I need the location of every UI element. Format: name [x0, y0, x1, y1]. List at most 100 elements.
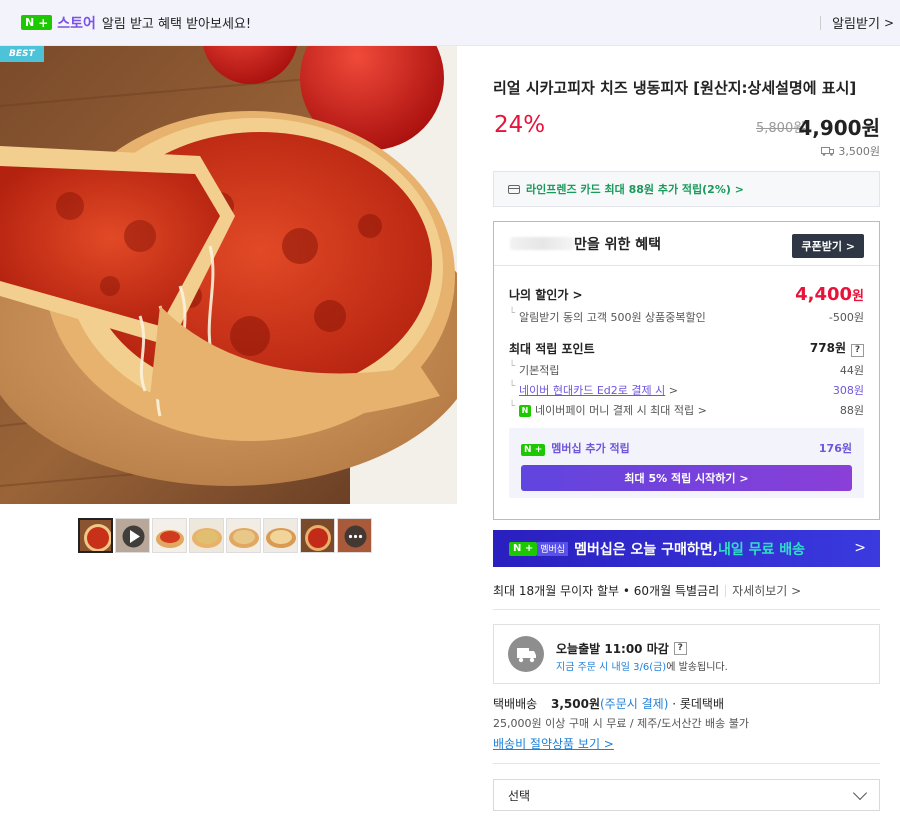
card-points-value: 308원	[832, 384, 864, 397]
pizza-thumb-icon	[190, 519, 223, 552]
shipping-method: 택배배송	[493, 697, 538, 711]
my-price-number: 4,400	[795, 284, 853, 305]
basic-points-label: 기본적립	[509, 361, 559, 378]
notify-label: 알림받기	[832, 17, 880, 32]
pizza-thumb-icon	[80, 520, 111, 551]
credit-card-icon	[508, 184, 520, 194]
points-label: 최대 적립 포인트	[509, 341, 595, 356]
my-price-sub-value: -500원	[828, 311, 864, 324]
shipping-fee-summary: 3,500원	[821, 143, 880, 159]
my-price-row[interactable]: 나의 할인가 > 4,400원	[509, 284, 864, 305]
divider	[725, 584, 727, 597]
membership-points-value: 176원	[818, 442, 852, 455]
thumbnail-video[interactable]	[115, 518, 150, 553]
membership-points-label-wrap: N + 멤버십 추가 적립	[521, 440, 630, 456]
benefit-title: 만을 위한 혜택	[574, 236, 662, 253]
thumbnail-more[interactable]	[337, 518, 372, 553]
dispatch-title: 오늘출발 11:00 마감	[556, 642, 669, 656]
membership-banner-text: 멤버십은 오늘 구매하면,	[574, 541, 718, 558]
membership-tag: 멤버십	[537, 541, 569, 556]
points-value: 778원	[809, 341, 846, 355]
membership-banner-highlight: 내일 무료 배송	[717, 541, 805, 558]
chevron-down-icon	[852, 785, 868, 801]
npay-points-label: 네이버페이 머니 결제 시 최대 적립	[535, 404, 695, 417]
delivery-truck-icon	[517, 648, 536, 663]
dispatch-date-highlight: 지금 주문 시 내일 3/6(금)	[556, 662, 667, 673]
naver-plus-mark: +	[524, 543, 534, 554]
membership-points-row: N + 멤버십 추가 적립 176원	[521, 440, 852, 456]
my-price-sub-row: 알림받기 동의 고객 500원 상품중복할인 -500원	[509, 308, 864, 325]
thumbnail-7[interactable]	[300, 518, 335, 553]
shipping-fee: 3,500원	[551, 697, 600, 711]
naver-plus-logo: N +	[521, 444, 546, 456]
shipping-condition: 25,000원 이상 구매 시 무료 / 제주/도서산간 배송 불가	[493, 717, 750, 730]
pizza-thumb-icon	[153, 519, 186, 552]
shipping-method-row: 택배배송 3,500원(주문시 결제) · 롯데택배	[493, 695, 724, 712]
pizza-thumb-icon	[301, 519, 334, 552]
naver-pay-icon: N	[519, 405, 531, 417]
shipping-saving-link[interactable]: 배송비 절약상품 보기 >	[493, 735, 614, 752]
card-points-link[interactable]: 네이버 현대카드 Ed2로 결제 시	[519, 384, 665, 397]
truck-icon	[508, 636, 544, 672]
shipping-fee-note: (주문시 결제)	[600, 697, 669, 711]
thumbnail-3[interactable]	[152, 518, 187, 553]
npay-points-label-wrap: N 네이버페이 머니 결제 시 최대 적립 >	[509, 401, 707, 418]
coupon-button[interactable]: 쿠폰받기 >	[792, 234, 864, 258]
basic-points-row: 기본적립 44원	[509, 361, 864, 378]
pizza-thumb-icon	[227, 519, 260, 552]
naver-plus-logo: N +	[509, 541, 538, 556]
my-price-sub-label: 알림받기 동의 고객 500원 상품중복할인	[509, 308, 706, 325]
installment-text: 최대 18개월 무이자 할부 • 60개월 특별금리	[493, 584, 720, 598]
naver-n-mark: N	[524, 445, 532, 455]
card-benefit-banner[interactable]: 라인프렌즈 카드 최대 88원 추가 적립(2%) >	[493, 171, 880, 207]
my-price-unit: 원	[852, 289, 864, 304]
card-points-label-wrap: 네이버 현대카드 Ed2로 결제 시 >	[509, 381, 678, 398]
main-product-image[interactable]: BEST	[0, 46, 457, 504]
thumbnail-strip	[78, 518, 372, 553]
chevron-right-icon: >	[854, 540, 866, 556]
sale-price: 4,900원	[798, 116, 880, 140]
thumbnail-5[interactable]	[226, 518, 261, 553]
help-icon[interactable]: ?	[673, 642, 687, 655]
product-title: 리얼 시카고피자 치즈 냉동피자 [원산지:상세설명에 표시]	[493, 79, 857, 97]
notify-button[interactable]: 알림받기 >	[820, 13, 894, 32]
dispatch-subtext-rest: 에 발송됩니다.	[666, 662, 728, 673]
option-select-label: 선택	[508, 788, 531, 803]
basic-points-value: 44원	[839, 364, 864, 377]
card-benefit-text: 라인프렌즈 카드 최대 88원 추가 적립(2%) >	[526, 183, 744, 196]
thumbnail-1[interactable]	[78, 518, 113, 553]
chevron-right-icon: >	[883, 15, 894, 30]
help-icon[interactable]: ?	[851, 344, 864, 357]
pizza-thumb-icon	[264, 519, 297, 552]
points-value-wrap: 778원?	[810, 339, 864, 357]
thumbnail-4[interactable]	[189, 518, 224, 553]
option-select[interactable]: 선택	[493, 779, 880, 811]
more-icon	[338, 519, 371, 552]
npay-points-value: 88원	[839, 404, 864, 417]
membership-banner[interactable]: N + 멤버십 멤버십은 오늘 구매하면, 내일 무료 배송 >	[493, 530, 880, 567]
npay-points-row[interactable]: N 네이버페이 머니 결제 시 최대 적립 > 88원	[509, 401, 864, 418]
truck-icon	[821, 147, 835, 156]
chevron-right-icon: >	[697, 404, 707, 417]
naver-plus-logo: N +	[21, 15, 53, 30]
divider	[493, 763, 880, 764]
my-price-value: 4,400원	[795, 284, 864, 305]
divider	[820, 15, 822, 30]
card-points-row[interactable]: 네이버 현대카드 Ed2로 결제 시 > 308원	[509, 381, 864, 398]
thumbnail-6[interactable]	[263, 518, 298, 553]
my-price-label: 나의 할인가 >	[509, 288, 583, 302]
blurred-username	[510, 237, 574, 250]
benefit-header: 만을 위한 혜택 쿠폰받기 >	[494, 222, 879, 266]
play-icon	[116, 519, 149, 552]
store-logo-text: 스토어	[57, 15, 96, 32]
naver-plus-mark: +	[38, 15, 49, 30]
points-row: 최대 적립 포인트 778원?	[509, 339, 864, 357]
installment-details-link[interactable]: 자세히보기 >	[732, 582, 801, 599]
start-membership-button[interactable]: 최대 5% 적립 시작하기 >	[521, 465, 852, 491]
divider	[493, 609, 880, 610]
installment-info: 최대 18개월 무이자 할부 • 60개월 특별금리 자세히보기 >	[493, 582, 801, 599]
membership-points-label: 멤버십 추가 적립	[551, 442, 630, 455]
naver-plus-mark: +	[534, 445, 543, 455]
naver-n-mark: N	[25, 16, 35, 29]
dispatch-title-wrap: 오늘출발 11:00 마감 ?	[556, 640, 687, 657]
